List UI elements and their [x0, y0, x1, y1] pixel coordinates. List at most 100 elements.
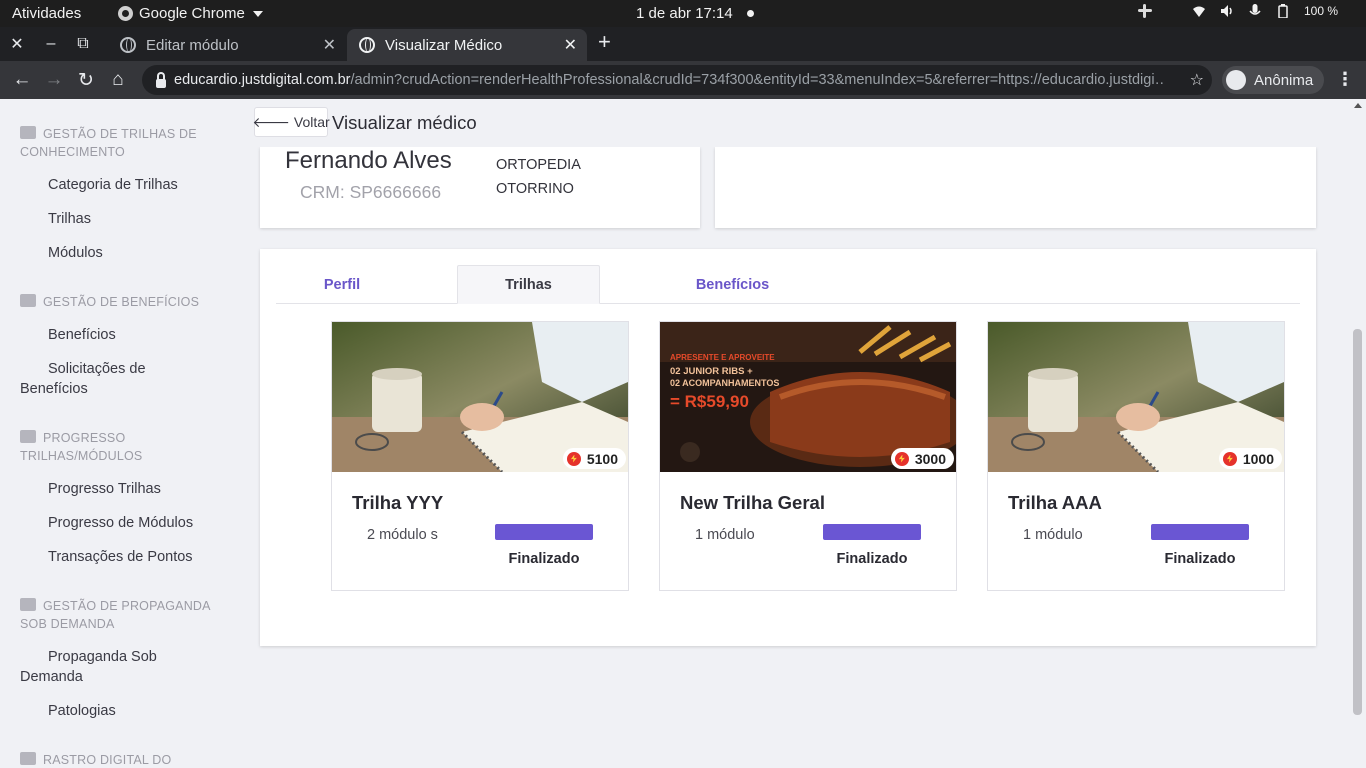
browser-tab-visualizar-medico[interactable]: Visualizar Médico ✕: [347, 29, 587, 61]
address-bar[interactable]: educardio.justdigital.com.br/admin?crudA…: [142, 65, 1212, 95]
promo-price: = R$59,90: [670, 392, 749, 411]
trail-status: Finalizado: [508, 551, 580, 567]
battery-percent: 100 %: [1303, 4, 1338, 18]
doctor-details-card: [715, 147, 1316, 228]
scroll-up-arrow-icon[interactable]: [1354, 103, 1362, 108]
back-arrow-icon[interactable]: ←: [10, 68, 34, 92]
page-content: GESTÃO DE TRILHAS DE CONHECIMENTO Catego…: [0, 99, 1366, 768]
doctor-info-card: Fernando Alves CRM: SP6666666 ORTOPEDIA …: [260, 147, 700, 228]
volume-icon: [1220, 5, 1232, 17]
book-icon: [20, 126, 36, 139]
browser-toolbar: ← → ↻ ⌂ educardio.justdigital.com.br/adm…: [0, 61, 1366, 99]
scrollbar-thumb[interactable]: [1353, 329, 1362, 715]
trail-image-notebook: 1000: [988, 322, 1284, 472]
trail-card[interactable]: 1000 Trilha AAA 1 módulo Finalizado: [987, 321, 1285, 591]
trail-progress-bar: [1151, 524, 1249, 540]
lock-icon[interactable]: [156, 71, 166, 88]
back-button[interactable]: 🡐 Voltar: [252, 107, 330, 137]
minimize-window-icon[interactable]: –: [36, 27, 66, 61]
more-menu-icon[interactable]: ⋮: [1336, 69, 1354, 89]
tab-trilhas[interactable]: Trilhas: [457, 265, 600, 304]
back-button-label: Voltar: [293, 114, 330, 130]
points-badge: 1000: [1218, 448, 1282, 469]
close-tab-icon[interactable]: ✕: [564, 35, 577, 55]
activities-button[interactable]: Atividades: [12, 5, 81, 22]
incognito-profile-button[interactable]: Anônima: [1222, 66, 1324, 94]
sidebar-item-progresso-modulos[interactable]: Progresso de Módulos: [48, 513, 193, 533]
lightning-icon: [894, 451, 909, 466]
restore-window-icon[interactable]: ⧉: [68, 27, 98, 61]
chevron-down-icon: [252, 10, 263, 17]
slack-icon: [1137, 4, 1152, 18]
close-window-icon[interactable]: ✕: [2, 27, 32, 61]
lightning-icon: [566, 451, 581, 466]
browser-tab-editar-modulo[interactable]: Editar módulo ✕: [108, 29, 346, 61]
trail-title: New Trilha Geral: [680, 492, 825, 513]
doctor-name: Fernando Alves: [285, 147, 452, 174]
battery-icon: [1278, 4, 1288, 18]
sidebar-item-patologias[interactable]: Patologias: [48, 701, 116, 721]
globe-icon: [120, 37, 136, 53]
promo-line-1: APRESENTE E APROVEITE: [670, 353, 775, 362]
promo-line-2: 02 JUNIOR RIBS +: [670, 366, 753, 377]
trail-title: Trilha AAA: [1008, 492, 1102, 513]
ad-icon: [20, 598, 36, 611]
tab-title: Visualizar Médico: [385, 36, 503, 54]
lightning-icon: [1222, 451, 1237, 466]
trail-status: Finalizado: [836, 551, 908, 567]
clock-text: 1 de abr 17:14: [636, 5, 733, 22]
points-badge: 5100: [562, 448, 626, 469]
tab-title: Editar módulo: [146, 36, 239, 54]
trail-module-count: 1 módulo: [695, 527, 755, 543]
reload-icon[interactable]: ↻: [74, 68, 98, 92]
sidebar-item-beneficios[interactable]: Benefícios: [48, 325, 116, 345]
clock[interactable]: 1 de abr 17:14: [636, 5, 754, 22]
doctor-crm: CRM: SP6666666: [300, 182, 442, 202]
trail-image-notebook: 5100: [332, 322, 628, 472]
trail-progress-bar: [495, 524, 593, 540]
wifi-icon: [1192, 6, 1205, 17]
trail-status: Finalizado: [1164, 551, 1236, 567]
app-name: Google Chrome: [139, 5, 245, 22]
trail-card[interactable]: APRESENTE E APROVEITE 02 JUNIOR RIBS + 0…: [659, 321, 957, 591]
points-badge: 3000: [890, 448, 954, 469]
sidebar-item-modulos[interactable]: Módulos: [48, 243, 103, 263]
notification-dot-icon: [746, 10, 754, 17]
sidebar-section-progresso: PROGRESSO TRILHAS/MÓDULOS: [20, 430, 143, 463]
sidebar-item-trilhas[interactable]: Trilhas: [48, 209, 91, 229]
progress-list-icon: [20, 430, 36, 443]
incognito-icon: [1226, 70, 1246, 90]
url-text[interactable]: educardio.justdigital.com.br/admin?crudA…: [174, 72, 1164, 88]
chrome-icon: [118, 6, 133, 21]
sidebar-item-progresso-trilhas[interactable]: Progresso Trilhas: [48, 479, 161, 499]
home-icon[interactable]: ⌂: [106, 68, 130, 92]
trail-title: Trilha YYY: [352, 492, 444, 513]
close-tab-icon[interactable]: ✕: [323, 35, 336, 55]
browser-tab-strip: ✕ – ⧉ Editar módulo ✕ Visualizar Médico …: [0, 27, 1366, 61]
trail-progress-bar: [823, 524, 921, 540]
sidebar-item-propaganda-sob-demanda[interactable]: Propaganda Sob Demanda: [20, 647, 200, 687]
system-tray[interactable]: 100 %: [1137, 4, 1338, 18]
sidebar-section-trilhas: GESTÃO DE TRILHAS DE CONHECIMENTO: [20, 126, 197, 159]
page-scrollbar[interactable]: [1350, 99, 1366, 768]
gift-icon: [20, 294, 36, 307]
trail-image-ribs-promo: APRESENTE E APROVEITE 02 JUNIOR RIBS + 0…: [660, 322, 956, 472]
sidebar-item-solicitacoes-beneficios[interactable]: Solicitações de Benefícios: [20, 359, 200, 399]
tab-beneficios[interactable]: Benefícios: [660, 265, 805, 304]
bookmark-star-icon[interactable]: ☆: [1190, 70, 1204, 90]
sidebar-section-beneficios: GESTÃO DE BENEFÍCIOS: [20, 293, 220, 311]
app-menu[interactable]: Google Chrome: [118, 5, 263, 22]
new-tab-icon[interactable]: +: [598, 31, 611, 53]
sidebar: GESTÃO DE TRILHAS DE CONHECIMENTO Catego…: [0, 99, 232, 768]
forward-arrow-icon[interactable]: →: [42, 68, 66, 92]
sidebar-item-transacoes-pontos[interactable]: Transações de Pontos: [48, 547, 193, 567]
tab-perfil[interactable]: Perfil: [276, 265, 408, 304]
page-header: 🡐 Voltar Visualizar médico: [232, 99, 1350, 147]
promo-line-3: 02 ACOMPANHAMENTOS: [670, 378, 779, 388]
os-top-bar: Atividades Google Chrome 1 de abr 17:14 …: [0, 0, 1366, 27]
sidebar-item-categoria-trilhas[interactable]: Categoria de Trilhas: [48, 175, 178, 195]
trail-card[interactable]: 5100 Trilha YYY 2 módulo s Finalizado: [331, 321, 629, 591]
chart-line-icon: [20, 752, 36, 765]
page-title: Visualizar médico: [332, 112, 477, 133]
trail-module-count: 1 módulo: [1023, 527, 1083, 543]
